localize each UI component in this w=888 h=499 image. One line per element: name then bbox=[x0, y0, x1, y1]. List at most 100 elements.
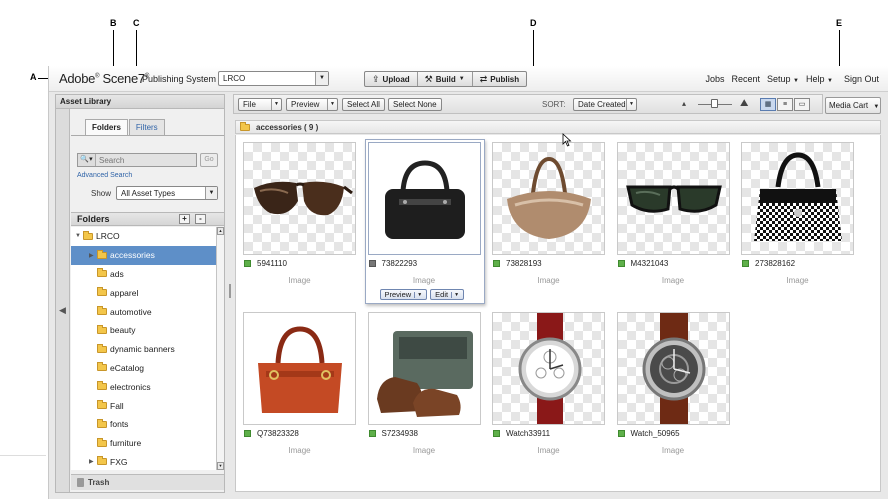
folder-item[interactable]: Fall bbox=[71, 396, 216, 415]
asset-library-title: Asset Library bbox=[56, 95, 224, 109]
publish-button[interactable]: ⇄ Publish bbox=[473, 72, 526, 86]
folder-item[interactable]: ads bbox=[71, 265, 216, 284]
expand-right-icon[interactable]: ▶ bbox=[89, 252, 97, 259]
folder-item[interactable]: fonts bbox=[71, 415, 216, 434]
upload-icon: ⇪ bbox=[372, 73, 380, 84]
expand-right-icon[interactable]: ▶ bbox=[89, 458, 97, 465]
grip-icon bbox=[229, 284, 231, 298]
status-icon bbox=[244, 260, 251, 267]
asset-thumbnail[interactable] bbox=[741, 142, 854, 255]
asset-type-label: Image bbox=[412, 446, 436, 455]
detail-view-icon[interactable]: ▭ bbox=[794, 98, 810, 111]
trash-label: Trash bbox=[88, 478, 110, 487]
asset-name: 73828193 bbox=[506, 259, 542, 268]
sort-select[interactable]: Date Created ▼ bbox=[573, 98, 637, 111]
folder-item[interactable]: eCatalog bbox=[71, 359, 216, 378]
build-button[interactable]: ⚒ Build ▼ bbox=[418, 72, 473, 86]
asset-meta: M4321043 bbox=[617, 259, 668, 268]
tab-body: 🔍▾ Go Advanced Search Show All Asset Typ… bbox=[71, 135, 224, 200]
folder-icon bbox=[97, 400, 107, 410]
panel-splitter[interactable] bbox=[227, 94, 233, 493]
folder-item[interactable]: furniture bbox=[71, 434, 216, 453]
setup-menu[interactable]: Setup ▼ bbox=[767, 74, 799, 84]
folder-label: apparel bbox=[110, 287, 139, 298]
go-button[interactable]: Go bbox=[200, 153, 218, 167]
cursor-icon bbox=[562, 133, 572, 147]
zoom-in-icon[interactable]: ⛰ bbox=[740, 98, 748, 109]
jobs-link[interactable]: Jobs bbox=[705, 74, 724, 84]
folder-icon bbox=[97, 381, 107, 391]
folder-label: FXG bbox=[110, 456, 128, 467]
tree-scrollbar[interactable]: ▲ ▼ bbox=[216, 227, 224, 470]
asset-thumbnail[interactable] bbox=[367, 312, 481, 425]
chevron-down-icon: ▼ bbox=[458, 76, 465, 82]
zoom-out-icon[interactable]: ▴ bbox=[682, 99, 686, 108]
asset-name: Q73823328 bbox=[257, 429, 299, 438]
search-input[interactable] bbox=[96, 155, 191, 165]
folder-item[interactable]: ▶ accessories bbox=[71, 245, 216, 265]
asset-thumbnail[interactable] bbox=[243, 312, 356, 425]
folder-label: electronics bbox=[110, 381, 151, 392]
list-view-icon[interactable]: ≡ bbox=[777, 98, 793, 111]
panel-collapse-bar[interactable]: ◀ bbox=[56, 109, 70, 492]
folder-item[interactable]: dynamic banners bbox=[71, 340, 216, 359]
folder-item[interactable]: ▼ LRCO bbox=[71, 227, 216, 246]
file-menu[interactable]: File ▼ bbox=[238, 98, 282, 111]
asset-type-label: Image bbox=[288, 276, 311, 285]
status-icon bbox=[617, 430, 625, 437]
card-actions: Preview ▼ Edit ▼ bbox=[379, 289, 465, 300]
folder-item[interactable]: apparel bbox=[71, 283, 216, 302]
folder-label: furniture bbox=[110, 438, 142, 449]
folder-item[interactable]: beauty bbox=[71, 321, 216, 340]
preview-button[interactable]: Preview ▼ bbox=[379, 289, 428, 300]
folder-item[interactable]: ▶ FXG bbox=[71, 453, 216, 470]
company-select[interactable]: LRCO ▼ bbox=[218, 71, 329, 86]
asset-type-label: Image bbox=[537, 446, 560, 455]
asset-type-label: Image bbox=[537, 276, 560, 285]
select-none-button[interactable]: Select None bbox=[388, 98, 442, 111]
asset-type-select[interactable]: All Asset Types ▼ bbox=[116, 186, 218, 200]
zoom-slider-thumb[interactable] bbox=[711, 99, 718, 108]
chevron-down-icon[interactable]: ▼ bbox=[451, 291, 459, 298]
folder-icon bbox=[97, 418, 107, 428]
chevron-down-icon: ▼ bbox=[271, 99, 281, 110]
grid-view-icon[interactable]: ▦ bbox=[760, 98, 776, 111]
asset-thumbnail[interactable] bbox=[616, 312, 730, 425]
tab-folders[interactable]: Folders bbox=[85, 119, 128, 135]
advanced-search-link[interactable]: Advanced Search bbox=[77, 172, 132, 179]
signout-link[interactable]: Sign Out bbox=[844, 74, 879, 84]
chevron-down-icon[interactable]: ▼ bbox=[414, 291, 422, 298]
remove-folder-button[interactable]: - bbox=[195, 214, 206, 224]
upload-button[interactable]: ⇪ Upload bbox=[365, 72, 418, 86]
scroll-up-icon[interactable]: ▲ bbox=[217, 227, 224, 235]
trash-item[interactable]: Trash bbox=[71, 474, 224, 490]
asset-meta: S7234938 bbox=[368, 429, 418, 438]
asset-thumbnail[interactable] bbox=[367, 142, 481, 255]
preview-menu[interactable]: Preview ▼ bbox=[286, 98, 338, 111]
edit-button[interactable]: Edit ▼ bbox=[430, 289, 465, 300]
collapse-left-icon[interactable]: ◀ bbox=[59, 305, 66, 316]
asset-thumbnail[interactable] bbox=[492, 312, 605, 425]
top-bar: Adobe® Scene7® Publishing System LRCO ▼ … bbox=[49, 66, 888, 92]
scroll-down-icon[interactable]: ▼ bbox=[217, 462, 224, 470]
select-all-button[interactable]: Select All bbox=[342, 98, 385, 111]
callout-a: A bbox=[30, 72, 37, 82]
asset-thumbnail[interactable] bbox=[616, 142, 730, 255]
status-icon bbox=[368, 260, 376, 267]
folder-item[interactable]: automotive bbox=[71, 302, 216, 321]
asset-meta: 273828162 bbox=[742, 259, 795, 268]
tab-filters[interactable]: Filters bbox=[128, 119, 165, 135]
expand-down-icon[interactable]: ▼ bbox=[75, 233, 83, 239]
chevron-down-icon: ▼ bbox=[873, 104, 880, 110]
search-icon[interactable]: 🔍▾ bbox=[78, 154, 96, 166]
folder-item[interactable]: electronics bbox=[71, 377, 216, 396]
recent-link[interactable]: Recent bbox=[731, 74, 760, 84]
chevron-down-icon: ▼ bbox=[315, 72, 328, 85]
asset-name: 73822293 bbox=[381, 259, 418, 268]
add-folder-button[interactable]: + bbox=[179, 214, 190, 224]
media-cart-button[interactable]: Media Cart ▼ bbox=[825, 97, 881, 114]
help-menu[interactable]: Help ▼ bbox=[806, 74, 833, 84]
asset-thumbnail[interactable] bbox=[243, 142, 356, 255]
asset-grid: 5941110 Image 73822293 Image Preview ▼ Edit ▼ 73… bbox=[235, 135, 881, 492]
asset-thumbnail[interactable] bbox=[492, 142, 605, 255]
